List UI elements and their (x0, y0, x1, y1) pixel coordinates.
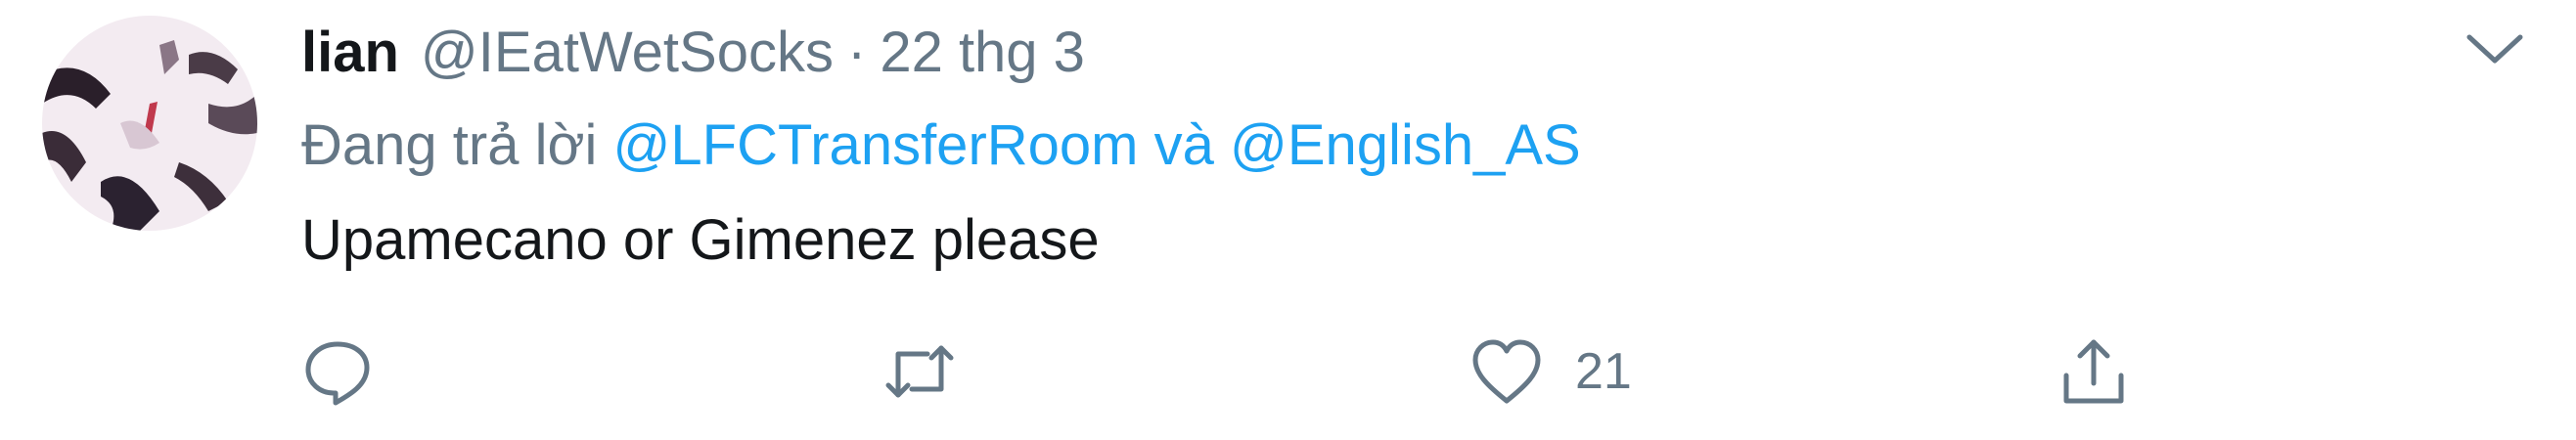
avatar-image (42, 16, 257, 231)
retweet-arrows-icon (885, 345, 954, 398)
tweet[interactable]: lian @IEatWetSocks · 22 thg 3 Đang trả l… (0, 0, 2576, 440)
user-handle[interactable]: @IEatWetSocks (421, 20, 834, 85)
share-button[interactable] (2055, 332, 2133, 411)
mention-conjunction: và (1153, 113, 1214, 177)
more-options-button[interactable] (2463, 27, 2526, 70)
like-count: 21 (1575, 343, 1632, 400)
share-upload-icon (2063, 339, 2124, 404)
retweet-button[interactable] (881, 332, 959, 411)
display-name[interactable]: lian (301, 20, 399, 85)
chevron-down-icon (2466, 34, 2523, 64)
reply-button[interactable] (298, 332, 377, 411)
tweet-header: lian @IEatWetSocks · 22 thg 3 (301, 20, 1085, 98)
tweet-text: Upamecano or Gimenez please (301, 208, 1100, 272)
heart-outline-icon (1472, 339, 1541, 404)
separator-dot: · (846, 21, 867, 84)
tweet-date[interactable]: 22 thg 3 (880, 20, 1085, 85)
mention-link[interactable]: @English_AS (1230, 113, 1581, 177)
speech-bubble-icon (305, 341, 370, 406)
avatar[interactable] (42, 16, 257, 231)
like-button[interactable]: 21 (1468, 332, 1632, 411)
replying-to-label: Đang trả lời (301, 113, 598, 177)
replying-to: Đang trả lời @LFCTransferRoom và @Englis… (301, 112, 1581, 178)
mention-link[interactable]: @LFCTransferRoom (613, 113, 1139, 177)
